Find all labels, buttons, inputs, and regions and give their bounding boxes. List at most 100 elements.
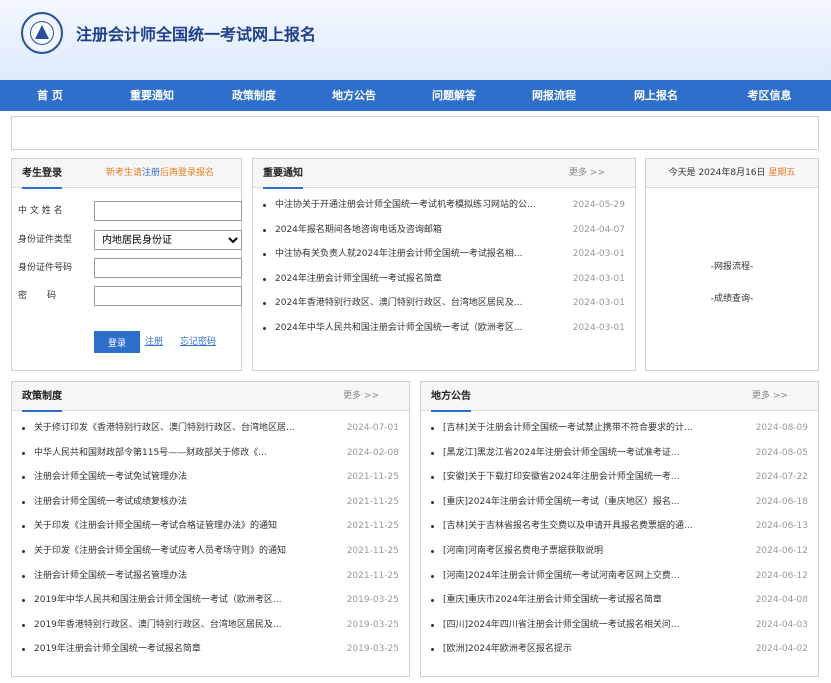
login-title: 考生登录 [22,159,62,189]
nav-home[interactable]: 首 页 [0,80,100,111]
item-title[interactable]: 2019年中华人民共和国注册会计师全国统一考试（欧洲考区... [34,588,334,613]
nav-exam-area[interactable]: 考区信息 [708,80,831,111]
item-title[interactable]: 关于修订印发《香港特别行政区、澳门特别行政区、台湾地区居... [34,416,334,441]
list-item[interactable]: 中注协关于开通注册会计师全国统一考试机考模拟练习网站的公... 2024-05-2… [263,193,625,218]
item-date: 2024-07-01 [346,423,399,433]
list-item[interactable]: 2024年香港特别行政区、澳门特别行政区、台湾地区居民及... 2024-03-0… [263,291,625,316]
list-item[interactable]: 注册会计师全国统一考试成绩复核办法 2021-11-25 [22,490,399,515]
list-item[interactable]: [吉林]关于注册会计师全国统一考试禁止携带不符合要求的计... 2024-08-0… [431,416,808,441]
item-title[interactable]: 2024年报名期间各地咨询电话及咨询邮箱 [275,218,563,243]
name-input[interactable] [94,201,242,221]
list-item[interactable]: [欧洲]2024年欧洲考区报名提示 2024-04-02 [431,637,808,662]
item-title[interactable]: 关于印发《注册会计师全国统一考试合格证管理办法》的通知 [34,514,334,539]
item-title[interactable]: [安徽]关于下载打印安徽省2024年注册会计师全国统一考... [443,465,739,490]
nav-register[interactable]: 网上报名 [604,80,708,111]
list-item[interactable]: [安徽]关于下载打印安徽省2024年注册会计师全国统一考... 2024-07-2… [431,465,808,490]
item-title[interactable]: 2019年注册会计师全国统一考试报名简章 [34,637,334,662]
item-title[interactable]: [河南]2024年注册会计师全国统一考试河南考区网上交费... [443,564,739,589]
bullet-icon [263,253,266,257]
nav-policy[interactable]: 政策制度 [204,80,304,111]
process-link[interactable]: -网报流程- [646,259,818,272]
policy-more-link[interactable]: 更多 >> [343,382,379,411]
item-date: 2021-11-25 [346,472,399,483]
nav-faq[interactable]: 问题解答 [404,80,504,111]
local-list: [吉林]关于注册会计师全国统一考试禁止携带不符合要求的计... 2024-08-0… [421,411,818,662]
forgot-password-link[interactable]: 忘记密码 [180,331,216,353]
list-item[interactable]: 关于印发《注册会计师全国统一考试合格证管理办法》的通知 2021-11-25 [22,514,399,539]
list-item[interactable]: 2019年香港特别行政区、澳门特别行政区、台湾地区居民及... 2019-03-2… [22,613,399,638]
notice-more-link[interactable]: 更多 >> [569,159,605,188]
item-title[interactable]: [吉林]关于注册会计师全国统一考试禁止携带不符合要求的计... [443,416,739,441]
name-label: 中 文 姓 名 [18,206,63,216]
item-date: 2024-03-01 [572,298,625,309]
item-title[interactable]: [黑龙江]黑龙江省2024年注册会计师全国统一考试准考证... [443,441,739,466]
item-title[interactable]: [重庆]2024年注册会计师全国统一考试（重庆地区）报名... [443,490,739,515]
tip-register-link[interactable]: 注册 [142,168,160,178]
bullet-icon [431,599,434,603]
banner-area [11,116,819,150]
nav-local[interactable]: 地方公告 [304,80,404,111]
item-title[interactable]: 2019年香港特别行政区、澳门特别行政区、台湾地区居民及... [34,613,334,638]
bullet-icon [22,599,25,603]
password-input[interactable] [94,286,242,306]
list-item[interactable]: 注册会计师全国统一考试报名管理办法 2021-11-25 [22,564,399,589]
item-title[interactable]: 2024年香港特别行政区、澳门特别行政区、台湾地区居民及... [275,291,563,316]
idno-input[interactable] [94,258,242,278]
name-row: 中 文 姓 名 [18,201,242,221]
list-item[interactable]: [黑龙江]黑龙江省2024年注册会计师全国统一考试准考证... 2024-08-0… [431,441,808,466]
bullet-icon [263,204,266,207]
bullet-icon [22,451,25,455]
register-link[interactable]: 注册 [145,331,163,353]
login-button[interactable]: 登录 [94,331,140,353]
idno-row: 身份证件号码 [18,258,242,278]
idtype-row: 身份证件类型 内地居民身份证 [18,230,242,250]
item-title[interactable]: 关于印发《注册会计师全国统一考试应考人员考场守则》的通知 [34,539,334,564]
site-title: 注册会计师全国统一考试网上报名 [76,25,317,44]
nav-process[interactable]: 网报流程 [504,80,604,111]
list-item[interactable]: 2024年注册会计师全国统一考试报名简章 2024-03-01 [263,267,625,292]
item-title[interactable]: [吉林]关于吉林省报名考生交费以及申请开具报名费票据的通... [443,514,739,539]
item-title[interactable]: 注册会计师全国统一考试免试管理办法 [34,465,334,490]
bullet-icon [22,623,25,627]
item-title[interactable]: [四川]2024年四川省注册会计师全国统一考试报名相关问... [443,613,739,638]
list-item[interactable]: [重庆]重庆市2024年注册会计师全国统一考试报名简章 2024-04-08 [431,588,808,613]
idtype-select[interactable]: 内地居民身份证 [94,230,242,250]
today-date: 今天是 2024年8月16日 星期五 [668,168,796,178]
score-query-link[interactable]: -成绩查询- [646,291,818,304]
item-title[interactable]: [欧洲]2024年欧洲考区报名提示 [443,637,739,662]
list-item[interactable]: 2024年中华人民共和国注册会计师全国统一考试（欧洲考区... 2024-03-0… [263,316,625,341]
item-title[interactable]: 中注协有关负责人就2024年注册会计师全国统一考试报名相... [275,242,563,267]
list-item[interactable]: 关于修订印发《香港特别行政区、澳门特别行政区、台湾地区居... 2024-07-0… [22,416,399,441]
item-title[interactable]: 中华人民共和国财政部令第115号——财政部关于修改《... [34,441,334,466]
list-item[interactable]: 2024年报名期间各地咨询电话及咨询邮箱 2024-04-07 [263,218,625,243]
bullet-icon [431,476,434,480]
item-title[interactable]: 2024年中华人民共和国注册会计师全国统一考试（欧洲考区... [275,316,563,341]
bullet-icon [263,326,266,330]
item-title[interactable]: 注册会计师全国统一考试成绩复核办法 [34,490,334,515]
nav-notices[interactable]: 重要通知 [100,80,204,111]
idtype-label: 身份证件类型 [18,235,73,245]
list-item[interactable]: 2019年中华人民共和国注册会计师全国统一考试（欧洲考区... 2019-03-2… [22,588,399,613]
item-title[interactable]: [重庆]重庆市2024年注册会计师全国统一考试报名简章 [443,588,739,613]
list-item[interactable]: [重庆]2024年注册会计师全国统一考试（重庆地区）报名... 2024-06-1… [431,490,808,515]
bullet-icon [431,500,434,504]
main-nav: 首 页 重要通知 政策制度 地方公告 问题解答 网报流程 网上报名 考区信息 [0,80,831,111]
list-item[interactable]: 中注协有关负责人就2024年注册会计师全国统一考试报名相... 2024-03-0… [263,242,625,267]
list-item[interactable]: 2019年注册会计师全国统一考试报名简章 2019-03-25 [22,637,399,662]
item-title[interactable]: [河南]河南考区报名费电子票据获取说明 [443,539,739,564]
list-item[interactable]: [吉林]关于吉林省报名考生交费以及申请开具报名费票据的通... 2024-06-1… [431,514,808,539]
list-item[interactable]: [河南]2024年注册会计师全国统一考试河南考区网上交费... 2024-06-1… [431,564,808,589]
item-title[interactable]: 中注协关于开通注册会计师全国统一考试机考模拟练习网站的公... [275,193,563,218]
list-item[interactable]: [河南]河南考区报名费电子票据获取说明 2024-06-12 [431,539,808,564]
list-item[interactable]: 中华人民共和国财政部令第115号——财政部关于修改《... 2024-02-08 [22,441,399,466]
list-item[interactable]: [四川]2024年四川省注册会计师全国统一考试报名相关问... 2024-04-0… [431,613,808,638]
list-item[interactable]: 关于印发《注册会计师全国统一考试应考人员考场守则》的通知 2021-11-25 [22,539,399,564]
item-title[interactable]: 注册会计师全国统一考试报名管理办法 [34,564,334,589]
list-item[interactable]: 注册会计师全国统一考试免试管理办法 2021-11-25 [22,465,399,490]
local-more-link[interactable]: 更多 >> [752,382,788,411]
item-date: 2024-03-01 [572,322,625,333]
item-date: 2024-06-12 [755,545,808,556]
cicpa-logo-icon [21,12,63,54]
site-header: 注册会计师全国统一考试网上报名 [0,0,831,80]
item-title[interactable]: 2024年注册会计师全国统一考试报名简章 [275,267,563,292]
